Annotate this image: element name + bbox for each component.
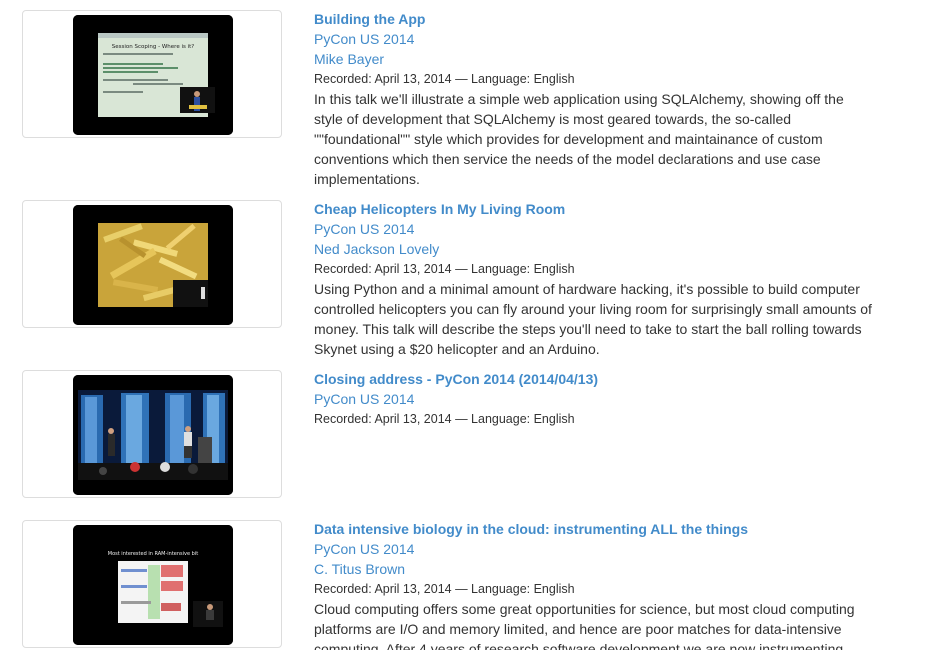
thumbnail-frame[interactable]	[22, 370, 282, 498]
thumbnail-frame[interactable]: Most interested in RAM-intensive bit	[22, 520, 282, 648]
event-link[interactable]: PyCon US 2014	[314, 539, 874, 559]
helicopters-thumbnail-image	[73, 205, 233, 325]
video-title-link[interactable]: Closing address - PyCon 2014 (2014/04/13…	[314, 369, 874, 389]
slide-thumbnail-image: Session Scoping - Where is it?	[73, 15, 233, 135]
video-thumbnail[interactable]	[73, 205, 233, 325]
recorded-meta: Recorded: April 13, 2014 — Language: Eng…	[314, 412, 575, 426]
stage-thumbnail-image	[73, 375, 233, 495]
slide-title-text: Session Scoping - Where is it?	[112, 44, 194, 50]
video-description: Using Python and a minimal amount of har…	[314, 281, 872, 357]
event-link[interactable]: PyCon US 2014	[314, 219, 874, 239]
video-thumbnail[interactable]	[73, 375, 233, 495]
video-description: Cloud computing offers some great opport…	[314, 601, 855, 650]
thumbnail-frame[interactable]	[22, 200, 282, 328]
speaker-link[interactable]: Mike Bayer	[314, 49, 874, 69]
video-description: In this talk we'll illustrate a simple w…	[314, 91, 844, 187]
video-info: Closing address - PyCon 2014 (2014/04/13…	[314, 369, 874, 429]
recorded-meta: Recorded: April 13, 2014 — Language: Eng…	[314, 262, 575, 276]
video-title-link[interactable]: Data intensive biology in the cloud: ins…	[314, 519, 874, 539]
video-thumbnail[interactable]: Most interested in RAM-intensive bit	[73, 525, 233, 645]
speaker-link[interactable]: Ned Jackson Lovely	[314, 239, 874, 259]
chart-slide-thumbnail-image: Most interested in RAM-intensive bit	[73, 525, 233, 645]
thumbnail-frame[interactable]: Session Scoping - Where is it?	[22, 10, 282, 138]
event-link[interactable]: PyCon US 2014	[314, 29, 874, 49]
video-title-link[interactable]: Building the App	[314, 9, 874, 29]
video-info: Cheap Helicopters In My Living Room PyCo…	[314, 199, 874, 359]
video-info: Data intensive biology in the cloud: ins…	[314, 519, 874, 650]
video-list: Session Scoping - Where is it? Building …	[0, 0, 950, 650]
speaker-link[interactable]: C. Titus Brown	[314, 559, 874, 579]
event-link[interactable]: PyCon US 2014	[314, 389, 874, 409]
slide-title-text: Most interested in RAM-intensive bit	[108, 551, 198, 557]
video-thumbnail[interactable]: Session Scoping - Where is it?	[73, 15, 233, 135]
video-info: Building the App PyCon US 2014 Mike Baye…	[314, 9, 874, 189]
video-title-link[interactable]: Cheap Helicopters In My Living Room	[314, 199, 874, 219]
recorded-meta: Recorded: April 13, 2014 — Language: Eng…	[314, 72, 575, 86]
recorded-meta: Recorded: April 13, 2014 — Language: Eng…	[314, 582, 575, 596]
